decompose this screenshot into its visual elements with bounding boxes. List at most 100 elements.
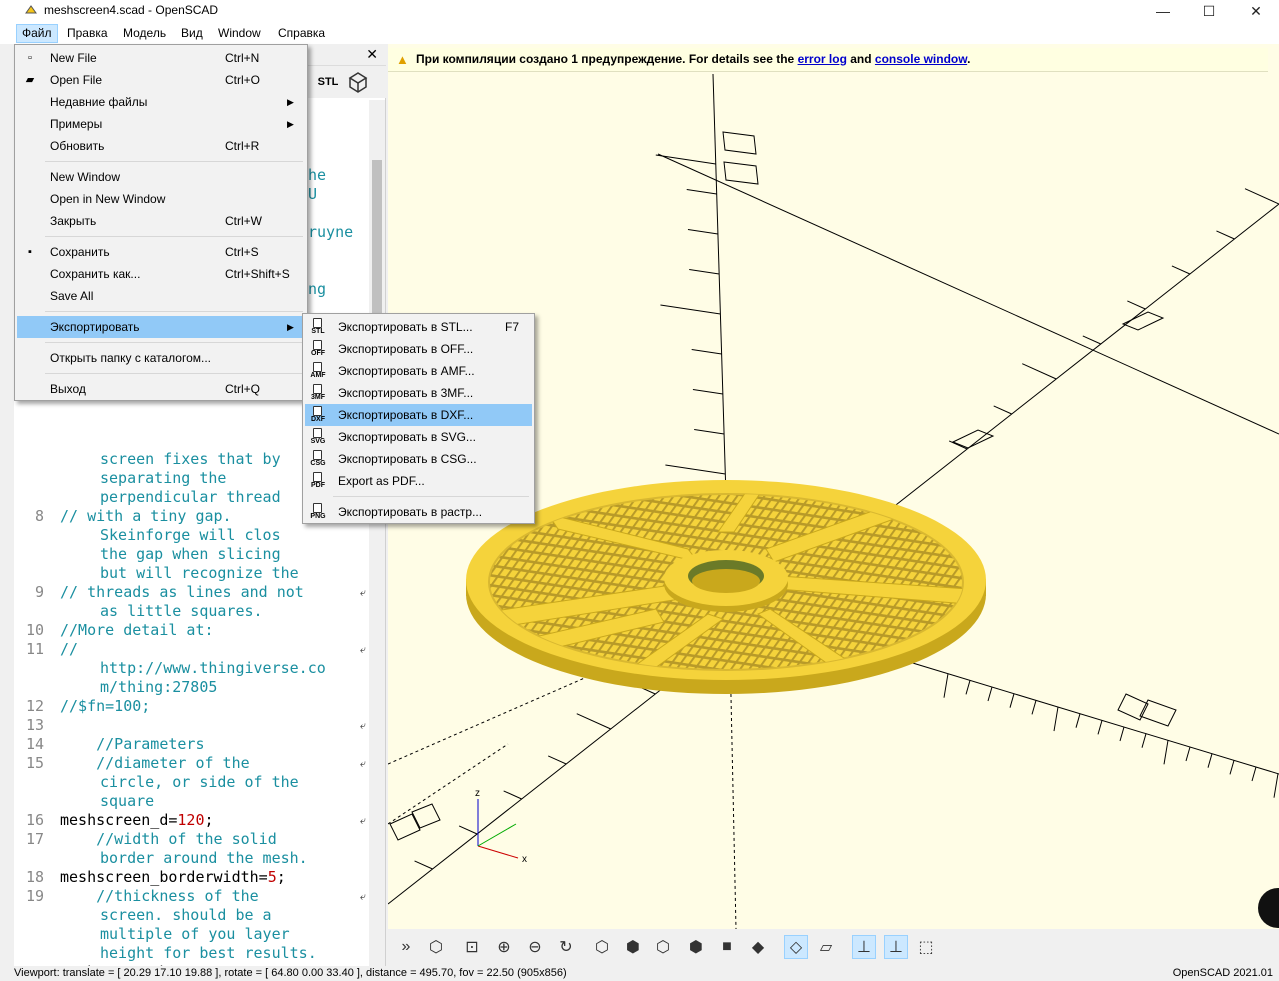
menu-separator (333, 496, 529, 497)
file-menu-item[interactable]: Open in New Window (17, 188, 305, 210)
code-comment: separating the (100, 469, 227, 487)
export-menu-item[interactable]: 3MF Экспортировать в 3MF... (305, 382, 532, 404)
code-comment: // (60, 640, 79, 658)
menu-design[interactable]: Модель (117, 24, 172, 43)
menu-item-label: Export as PDF... (338, 474, 425, 488)
export-format-icon: DXF (309, 406, 327, 424)
perspective-icon[interactable]: ◇ (784, 935, 808, 959)
menu-view[interactable]: Вид (175, 24, 209, 43)
code-number: 120 (177, 811, 205, 829)
view-right-icon[interactable]: ⬡ (590, 935, 614, 959)
view-bottom-icon[interactable]: ⬡ (651, 935, 675, 959)
minimize-button[interactable]: — (1140, 0, 1186, 22)
menu-item-shortcut: Ctrl+Q (225, 382, 261, 396)
code-line: 11 // ⤶ (14, 640, 370, 659)
code-comment: square (100, 792, 155, 810)
submenu-arrow-icon: ▶ (287, 97, 294, 107)
code-line: height for best results. (14, 944, 370, 963)
orthogonal-icon[interactable]: ▱ (814, 935, 838, 959)
menu-window[interactable]: Window (212, 24, 267, 43)
code-comment: screen fixes that by (100, 450, 281, 468)
export-format-tag: PDF (311, 482, 325, 489)
export-format-tag: OFF (311, 350, 325, 357)
menu-item-shortcut: Ctrl+R (225, 139, 260, 153)
menu-help[interactable]: Справка (272, 24, 331, 43)
menu-edit[interactable]: Правка (61, 24, 114, 43)
export-format-tag: STL (311, 328, 325, 335)
editor-scrollbar[interactable] (369, 100, 385, 966)
file-menu-item[interactable]: Примеры ▶ (17, 113, 305, 135)
error-log-link[interactable]: error log (798, 52, 847, 66)
menu-separator (45, 373, 303, 374)
file-menu-item[interactable]: Сохранить как... Ctrl+Shift+S (17, 263, 305, 285)
export-format-icon: STL (309, 318, 327, 336)
view-back-icon[interactable]: ◆ (746, 935, 770, 959)
view-front-icon[interactable]: ■ (715, 935, 739, 959)
view-toolbar: » ⬡ ⊡ ⊕ ⊖ ↻ ⬡ ⬢ ⬡ ⬢ ■ ◆ ◇ ▱ ⊥ ⊥ ⬚ (388, 929, 1279, 965)
export-format-tag: SVG (310, 438, 326, 445)
file-menu-item[interactable]: Save All (17, 285, 305, 307)
export-menu-item[interactable]: AMF Экспортировать в AMF... (305, 360, 532, 382)
file-menu-item[interactable]: Открыть папку с каталогом... (17, 347, 305, 369)
code-line: 9 // threads as lines and not ⤶ (14, 583, 370, 602)
show-edges-icon[interactable]: ⬚ (914, 935, 938, 959)
axis-tick (1163, 740, 1169, 765)
line-number: 11 (25, 640, 44, 658)
axis-tick (1273, 773, 1279, 798)
export-menu-item[interactable]: DXF Экспортировать в DXF... (305, 404, 532, 426)
render-icon[interactable]: ⬡ (424, 935, 448, 959)
code-line: screen. should be a (14, 906, 370, 925)
show-scale-markers-icon[interactable]: ⊥ (884, 935, 908, 959)
editor-close-icon[interactable]: ✕ (366, 46, 378, 63)
file-menu-item[interactable]: Экспортировать ▶ (17, 316, 305, 338)
line-number: 13 (25, 716, 44, 734)
console-window-link[interactable]: console window (875, 52, 967, 66)
preview-icon[interactable]: » (394, 935, 418, 959)
file-menu-item[interactable]: Выход Ctrl+Q (17, 378, 305, 400)
close-window-button[interactable]: ✕ (1233, 0, 1279, 22)
file-menu-item[interactable]: Недавние файлы ▶ (17, 91, 305, 113)
file-menu-item[interactable]: ▰ Open File Ctrl+O (17, 69, 305, 91)
menu-item-label: Недавние файлы (50, 95, 148, 109)
view-top-icon[interactable]: ⬢ (621, 935, 645, 959)
code-line: square (14, 792, 370, 811)
submenu-arrow-icon: ▶ (287, 119, 294, 129)
export-menu-item[interactable]: PNG Экспортировать в растр... (305, 501, 532, 523)
axis-tick (689, 269, 720, 275)
export-menu-item[interactable]: STL Экспортировать в STL... F7 (305, 316, 532, 338)
file-menu-item[interactable]: ▪ Сохранить Ctrl+S (17, 241, 305, 263)
reset-view-icon[interactable]: ↻ (554, 935, 578, 959)
code-line: Skeinforge will clos (14, 526, 370, 545)
line-wrap-icon: ⤶ (359, 757, 366, 770)
axis-x-label: x (522, 854, 527, 865)
code-identifier: meshscreen_d= (60, 811, 178, 829)
file-menu-item[interactable]: ▫ New File Ctrl+N (17, 47, 305, 69)
zoom-in-icon[interactable]: ⊕ (492, 935, 516, 959)
send-to-printer-icon[interactable] (346, 70, 370, 94)
export-menu-item[interactable]: OFF Экспортировать в OFF... (305, 338, 532, 360)
file-menu-item[interactable]: Закрыть Ctrl+W (17, 210, 305, 232)
export-menu-item[interactable]: PDF Export as PDF... (305, 470, 532, 492)
axis-tick (1022, 363, 1057, 380)
axis-tick (1031, 700, 1037, 715)
warning-text-end: . (967, 52, 971, 66)
zoom-out-icon[interactable]: ⊖ (523, 935, 547, 959)
view-all-icon[interactable]: ⊡ (460, 935, 484, 959)
export-stl-button[interactable]: STL (316, 70, 340, 94)
export-format-tag: DXF (311, 416, 325, 423)
menu-item-label: Экспортировать (50, 320, 140, 334)
menu-item-label: Экспортировать в растр... (338, 505, 483, 519)
warning-text: При компиляции создано 1 предупреждение.… (416, 52, 798, 66)
code-comment: //thickness of the (60, 887, 259, 905)
code-line: 10 //More detail at: (14, 621, 370, 640)
maximize-button[interactable]: ☐ (1186, 0, 1232, 22)
code-comment: Skeinforge will clos (100, 526, 281, 544)
file-menu-item[interactable]: New Window (17, 166, 305, 188)
title-bar: meshscreen4.scad - OpenSCAD — ☐ ✕ (0, 0, 1279, 22)
view-left-icon[interactable]: ⬢ (684, 935, 708, 959)
export-menu-item[interactable]: CSG Экспортировать в CSG... (305, 448, 532, 470)
file-menu-item[interactable]: Обновить Ctrl+R (17, 135, 305, 157)
show-axes-icon[interactable]: ⊥ (852, 935, 876, 959)
menu-file[interactable]: Файл (16, 24, 58, 43)
export-menu-item[interactable]: SVG Экспортировать в SVG... (305, 426, 532, 448)
